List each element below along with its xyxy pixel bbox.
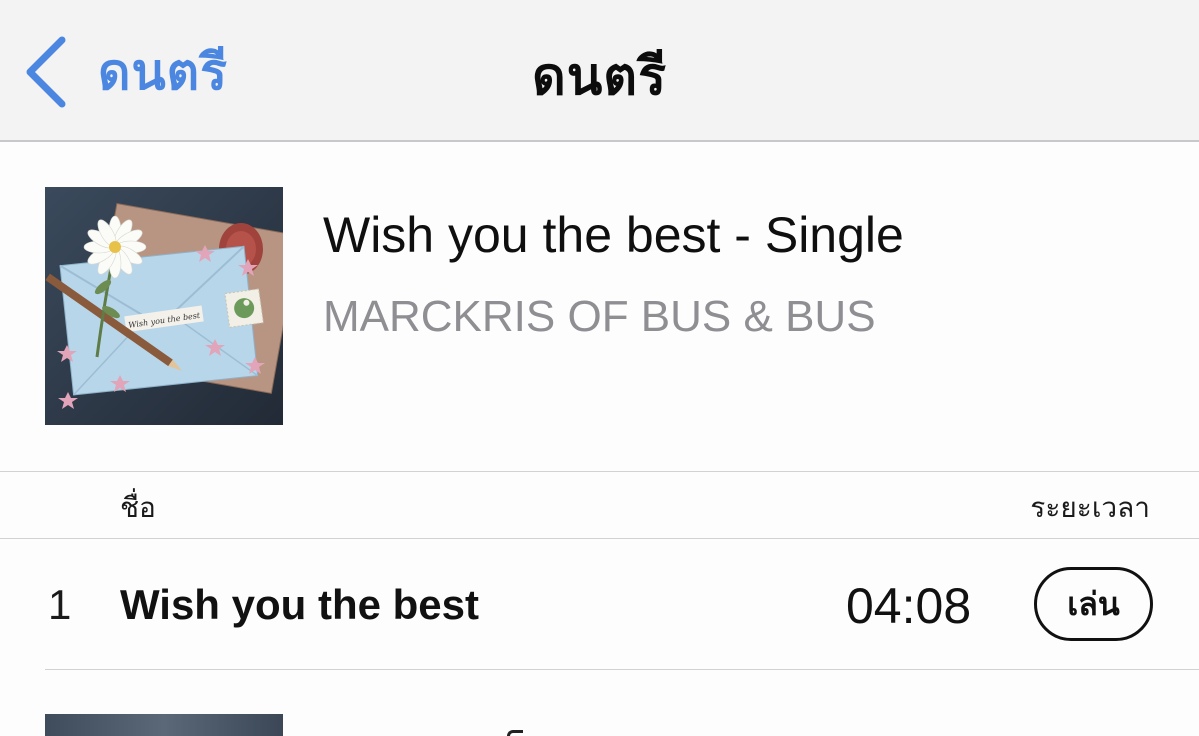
next-album-artwork[interactable] [45, 714, 283, 736]
next-title-fragment [507, 730, 523, 736]
play-button[interactable]: เล่น [1034, 567, 1153, 641]
navigation-bar: ดนตรี ดนตรี [0, 0, 1199, 142]
table-row[interactable]: 1 Wish you the best 04:08 เล่น [0, 539, 1199, 669]
page-title: ดนตรี [531, 47, 667, 107]
album-title: Wish you the best - Single [323, 207, 904, 263]
divider [45, 669, 1199, 670]
album-artwork-image: Wish you the best [45, 187, 283, 425]
column-header-name: ชื่อ [120, 491, 156, 524]
track-title: Wish you the best [120, 581, 479, 628]
column-header-duration: ระยะเวลา [1030, 491, 1150, 524]
album-artist[interactable]: MARCKRIS OF BUS & BUS [323, 292, 876, 342]
album-artwork[interactable]: Wish you the best [45, 187, 283, 425]
track-duration: 04:08 [846, 578, 972, 634]
track-list-header: ชื่อ ระยะเวลา [0, 472, 1199, 538]
track-number: 1 [48, 581, 72, 628]
album-header: Wish you the best Wish you the best - Si… [0, 142, 1199, 472]
